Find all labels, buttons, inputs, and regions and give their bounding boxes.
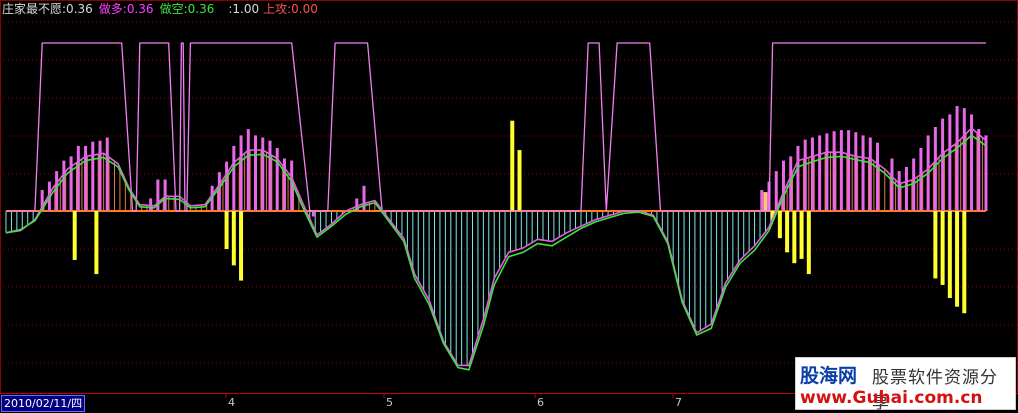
signal-bar <box>955 211 960 307</box>
signal-bar <box>806 211 811 275</box>
signal-bar <box>231 211 236 266</box>
signal-bar <box>799 211 804 259</box>
month-label-7: 7 <box>675 396 682 409</box>
indicator-chart <box>0 0 1018 398</box>
signal-bars-layer <box>40 106 988 314</box>
signal-bar <box>933 211 938 279</box>
short-line <box>5 134 987 371</box>
zjbv-value: :0.36 <box>62 2 93 16</box>
attack-bar <box>803 139 807 211</box>
attack-bar <box>933 127 937 211</box>
attack-bar <box>832 131 836 211</box>
attack-bar <box>98 140 102 211</box>
attack-bar <box>941 118 945 211</box>
month-label-5: 5 <box>386 396 393 409</box>
short-label: 做空 <box>159 2 184 16</box>
attack-bar <box>55 171 59 211</box>
long-label: 做多 <box>98 2 123 16</box>
attack-bar <box>91 141 95 211</box>
attack-bar <box>839 130 843 211</box>
attack-value: :0.00 <box>287 2 318 16</box>
watermark-url: www.Guhai.com.cn <box>800 388 983 408</box>
attack-bar <box>163 179 167 211</box>
attack-bar <box>76 145 80 211</box>
v4-value: :1.00 <box>228 2 260 16</box>
short-value: :0.36 <box>183 2 215 16</box>
long-line <box>5 127 987 367</box>
date-label: 2010/02/11/四 <box>1 395 86 412</box>
watermark: 股海网 股票软件资源分享 www.Guhai.com.cn <box>795 357 1016 413</box>
long-value: :0.36 <box>122 2 154 16</box>
signal-bar <box>792 211 797 264</box>
attack-bar <box>62 160 66 211</box>
attack-bar <box>217 172 221 211</box>
attack-bar <box>781 160 785 211</box>
attack-bar <box>254 135 258 211</box>
attack-bar <box>962 108 966 211</box>
attack-bar <box>897 171 901 211</box>
attack-bar <box>760 190 764 211</box>
attack-bar <box>984 135 988 211</box>
attack-bar <box>904 166 908 211</box>
attack-bar <box>311 211 315 217</box>
attack-bar <box>854 132 858 211</box>
signal-bar <box>517 150 522 211</box>
lines-layer <box>5 42 987 371</box>
signal-bar <box>94 211 99 275</box>
attack-bar <box>868 137 872 211</box>
attack-step-line <box>6 42 986 212</box>
attack-bar <box>825 133 829 211</box>
signal-bar <box>940 211 945 285</box>
chart-header: 庄家最不愿 :0.36 做多 :0.36 做空 :0.36 :1.00 上攻 :… <box>2 2 318 16</box>
attack-bar <box>774 171 778 211</box>
signal-bar <box>510 120 515 211</box>
attack-bar <box>268 140 272 211</box>
attack-bar <box>810 137 814 211</box>
signal-bar <box>224 211 229 250</box>
attack-bar <box>69 156 73 211</box>
attack-bar <box>105 137 109 211</box>
histogram-layer <box>5 128 986 366</box>
signal-bar <box>947 211 952 298</box>
attack-bar <box>818 135 822 211</box>
grid-layer <box>0 0 1018 398</box>
chart-frame <box>0 0 1018 394</box>
attack-bar <box>796 145 800 211</box>
attack-bar <box>239 135 243 211</box>
indicator-name: 庄家最不愿 <box>2 2 63 16</box>
attack-bar <box>362 185 366 211</box>
signal-bar <box>763 192 768 211</box>
signal-bar <box>72 211 77 260</box>
signal-bar <box>962 211 967 314</box>
signal-bar <box>239 211 244 281</box>
watermark-brand: 股海网 <box>800 365 858 387</box>
attack-bar <box>232 145 236 211</box>
attack-bar <box>876 142 880 211</box>
attack-bar <box>890 158 894 211</box>
month-label-6: 6 <box>537 396 544 409</box>
attack-bar <box>948 114 952 211</box>
attack-bar <box>225 161 229 211</box>
attack-bar <box>261 137 265 211</box>
attack-bar <box>847 130 851 211</box>
attack-label: 上攻 <box>263 2 288 16</box>
attack-bar <box>955 106 959 211</box>
month-label-4: 4 <box>228 396 235 409</box>
signal-bar <box>777 211 782 239</box>
attack-bar <box>246 129 250 211</box>
attack-bar <box>861 135 865 211</box>
signal-bar <box>785 211 790 253</box>
